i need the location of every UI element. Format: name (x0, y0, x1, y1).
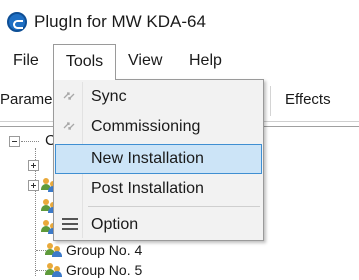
window-title: PlugIn for MW KDA-64 (34, 12, 206, 31)
tree-item-group-4[interactable]: Group No. 4 (66, 242, 142, 258)
commissioning-icon (61, 118, 77, 134)
app-icon (7, 12, 27, 32)
menu-item-label: Post Installation (91, 180, 204, 197)
group-icon (45, 243, 63, 257)
menu-item-option[interactable]: Option (55, 210, 262, 240)
menu-item-sync[interactable]: Sync (55, 82, 262, 112)
menu-item-label: Sync (91, 88, 127, 105)
menu-separator (88, 206, 260, 207)
menu-view[interactable]: View (128, 44, 162, 78)
tree-connector (21, 141, 39, 142)
menu-bar: File Tools View Help (0, 44, 359, 80)
menu-help[interactable]: Help (189, 44, 222, 78)
expand-node-icon[interactable] (28, 160, 39, 171)
menu-item-label: New Installation (91, 150, 204, 167)
tab-divider (270, 86, 271, 116)
tree-item-group-5[interactable]: Group No. 5 (66, 262, 142, 278)
expand-node-icon[interactable] (28, 180, 39, 191)
collapse-root-icon[interactable] (9, 136, 20, 147)
menu-item-label: Option (91, 216, 139, 233)
menu-item-post-installation[interactable]: Post Installation (55, 174, 262, 204)
tab-parameters[interactable]: Parame (0, 91, 53, 108)
menu-tools[interactable]: Tools (53, 44, 116, 80)
menu-file[interactable]: File (13, 44, 39, 78)
menu-item-label: Commissioning (91, 118, 201, 135)
title-bar: PlugIn for MW KDA-64 (0, 0, 359, 44)
menu-item-commissioning[interactable]: Commissioning (55, 112, 262, 142)
option-list-icon (62, 218, 78, 232)
sync-icon (61, 88, 77, 104)
tab-effects[interactable]: Effects (285, 91, 331, 108)
group-icon (45, 263, 63, 277)
tools-dropdown-menu: Sync Commissioning New Installation Post… (53, 79, 264, 241)
menu-item-new-installation[interactable]: New Installation (55, 144, 262, 174)
